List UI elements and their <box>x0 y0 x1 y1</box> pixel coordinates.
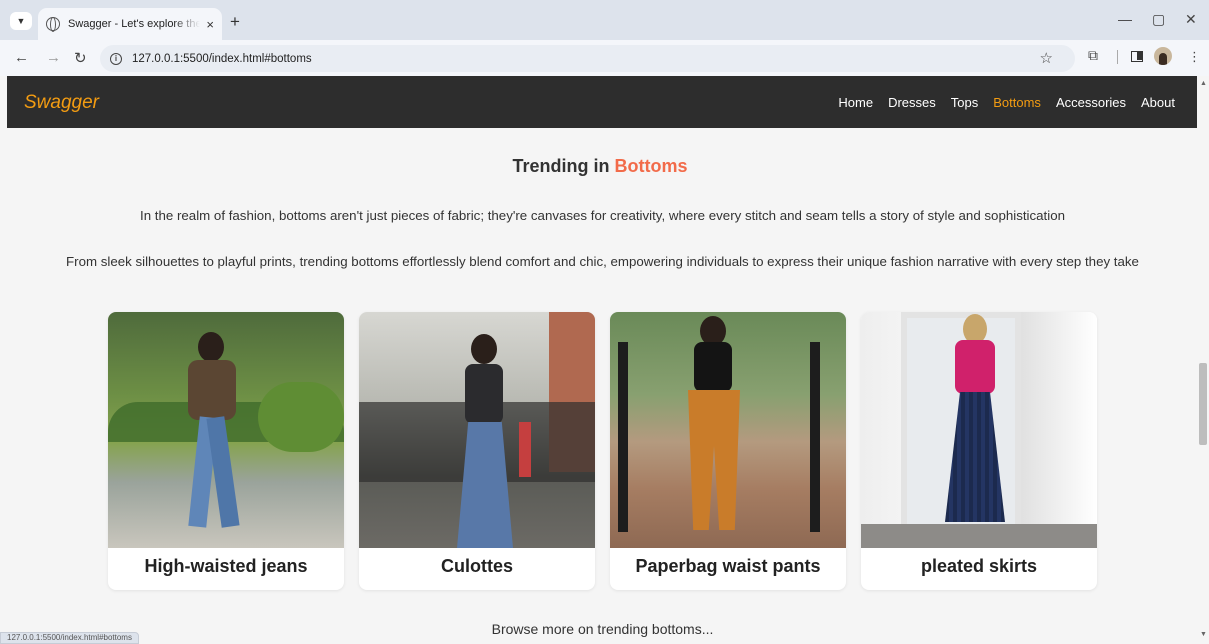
tab-close-icon[interactable]: × <box>206 17 214 32</box>
card-photo <box>610 312 846 548</box>
brand-logo[interactable]: Swagger <box>24 92 99 114</box>
card-caption: High-waisted jeans <box>144 556 308 576</box>
address-bar[interactable]: i 127.0.0.1:5500/index.html#bottoms ☆ <box>100 45 1075 72</box>
card-photo <box>861 312 1097 548</box>
back-icon[interactable]: ← <box>14 49 29 66</box>
tab-search-icon[interactable]: ▼ <box>10 12 32 30</box>
nav-accessories[interactable]: Accessories <box>1056 95 1126 110</box>
nav-bottoms[interactable]: Bottoms <box>993 95 1041 110</box>
star-icon[interactable]: ☆ <box>1040 49 1053 67</box>
restore-button[interactable]: ▢ <box>1152 11 1165 28</box>
intro-paragraph-2: From sleek silhouettes to playful prints… <box>66 254 1139 269</box>
heading-accent: Bottoms <box>614 156 688 176</box>
card-photo <box>359 312 595 548</box>
address-toolbar: ← → ↻ i 127.0.0.1:5500/index.html#bottom… <box>0 40 1209 76</box>
minimize-button[interactable]: — <box>1118 11 1132 27</box>
card-photo <box>108 312 344 548</box>
page-viewport: Swagger Home Dresses Tops Bottoms Access… <box>0 76 1209 642</box>
nav-menu: Home Dresses Tops Bottoms Accessories Ab… <box>838 95 1175 110</box>
browse-more-link[interactable]: Browse more on trending bottoms... <box>0 621 1205 637</box>
new-tab-button[interactable]: + <box>230 12 240 32</box>
scroll-up-icon[interactable]: ▲ <box>1200 80 1207 87</box>
close-window-button[interactable]: ✕ <box>1185 11 1197 28</box>
nav-dresses[interactable]: Dresses <box>888 95 936 110</box>
tab-strip: ▼ Swagger - Let's explore the trend × + … <box>0 0 1209 40</box>
side-panel-icon[interactable] <box>1131 51 1143 62</box>
intro-paragraph-1: In the realm of fashion, bottoms aren't … <box>140 208 1065 223</box>
scroll-down-icon[interactable]: ▼ <box>1200 631 1207 638</box>
product-card-culottes[interactable]: Culottes <box>359 312 595 590</box>
profile-icon[interactable] <box>1154 47 1172 65</box>
info-icon[interactable]: i <box>110 52 122 65</box>
nav-home[interactable]: Home <box>838 95 873 110</box>
url-text: 127.0.0.1:5500/index.html#bottoms <box>132 52 312 65</box>
card-caption: Culottes <box>441 556 513 576</box>
browser-tab[interactable]: Swagger - Let's explore the trend × <box>38 8 222 40</box>
extensions-icon[interactable]: ⧉ <box>1088 47 1098 64</box>
section-heading: Trending in Bottoms <box>0 156 1200 177</box>
nav-about[interactable]: About <box>1141 95 1175 110</box>
toolbar-divider <box>1117 50 1118 64</box>
heading-prefix: Trending in <box>512 156 610 176</box>
page-scrollbar[interactable]: ▲ ▼ <box>1197 76 1209 642</box>
site-navbar: Swagger Home Dresses Tops Bottoms Access… <box>7 76 1197 128</box>
product-card-paperbag-waist-pants[interactable]: Paperbag waist pants <box>610 312 846 590</box>
product-card-pleated-skirts[interactable]: pleated skirts <box>861 312 1097 590</box>
tab-title: Swagger - Let's explore the trend <box>68 18 201 30</box>
globe-icon <box>46 17 60 32</box>
scroll-thumb[interactable] <box>1199 363 1207 445</box>
reload-icon[interactable]: ↻ <box>74 49 87 67</box>
product-card-high-waisted-jeans[interactable]: High-waisted jeans <box>108 312 344 590</box>
menu-icon[interactable]: ⋮ <box>1188 49 1201 65</box>
forward-icon[interactable]: → <box>46 49 61 66</box>
link-status-bar: 127.0.0.1:5500/index.html#bottoms <box>0 632 139 644</box>
nav-tops[interactable]: Tops <box>951 95 978 110</box>
card-caption: Paperbag waist pants <box>635 556 821 576</box>
card-caption: pleated skirts <box>920 556 1038 576</box>
